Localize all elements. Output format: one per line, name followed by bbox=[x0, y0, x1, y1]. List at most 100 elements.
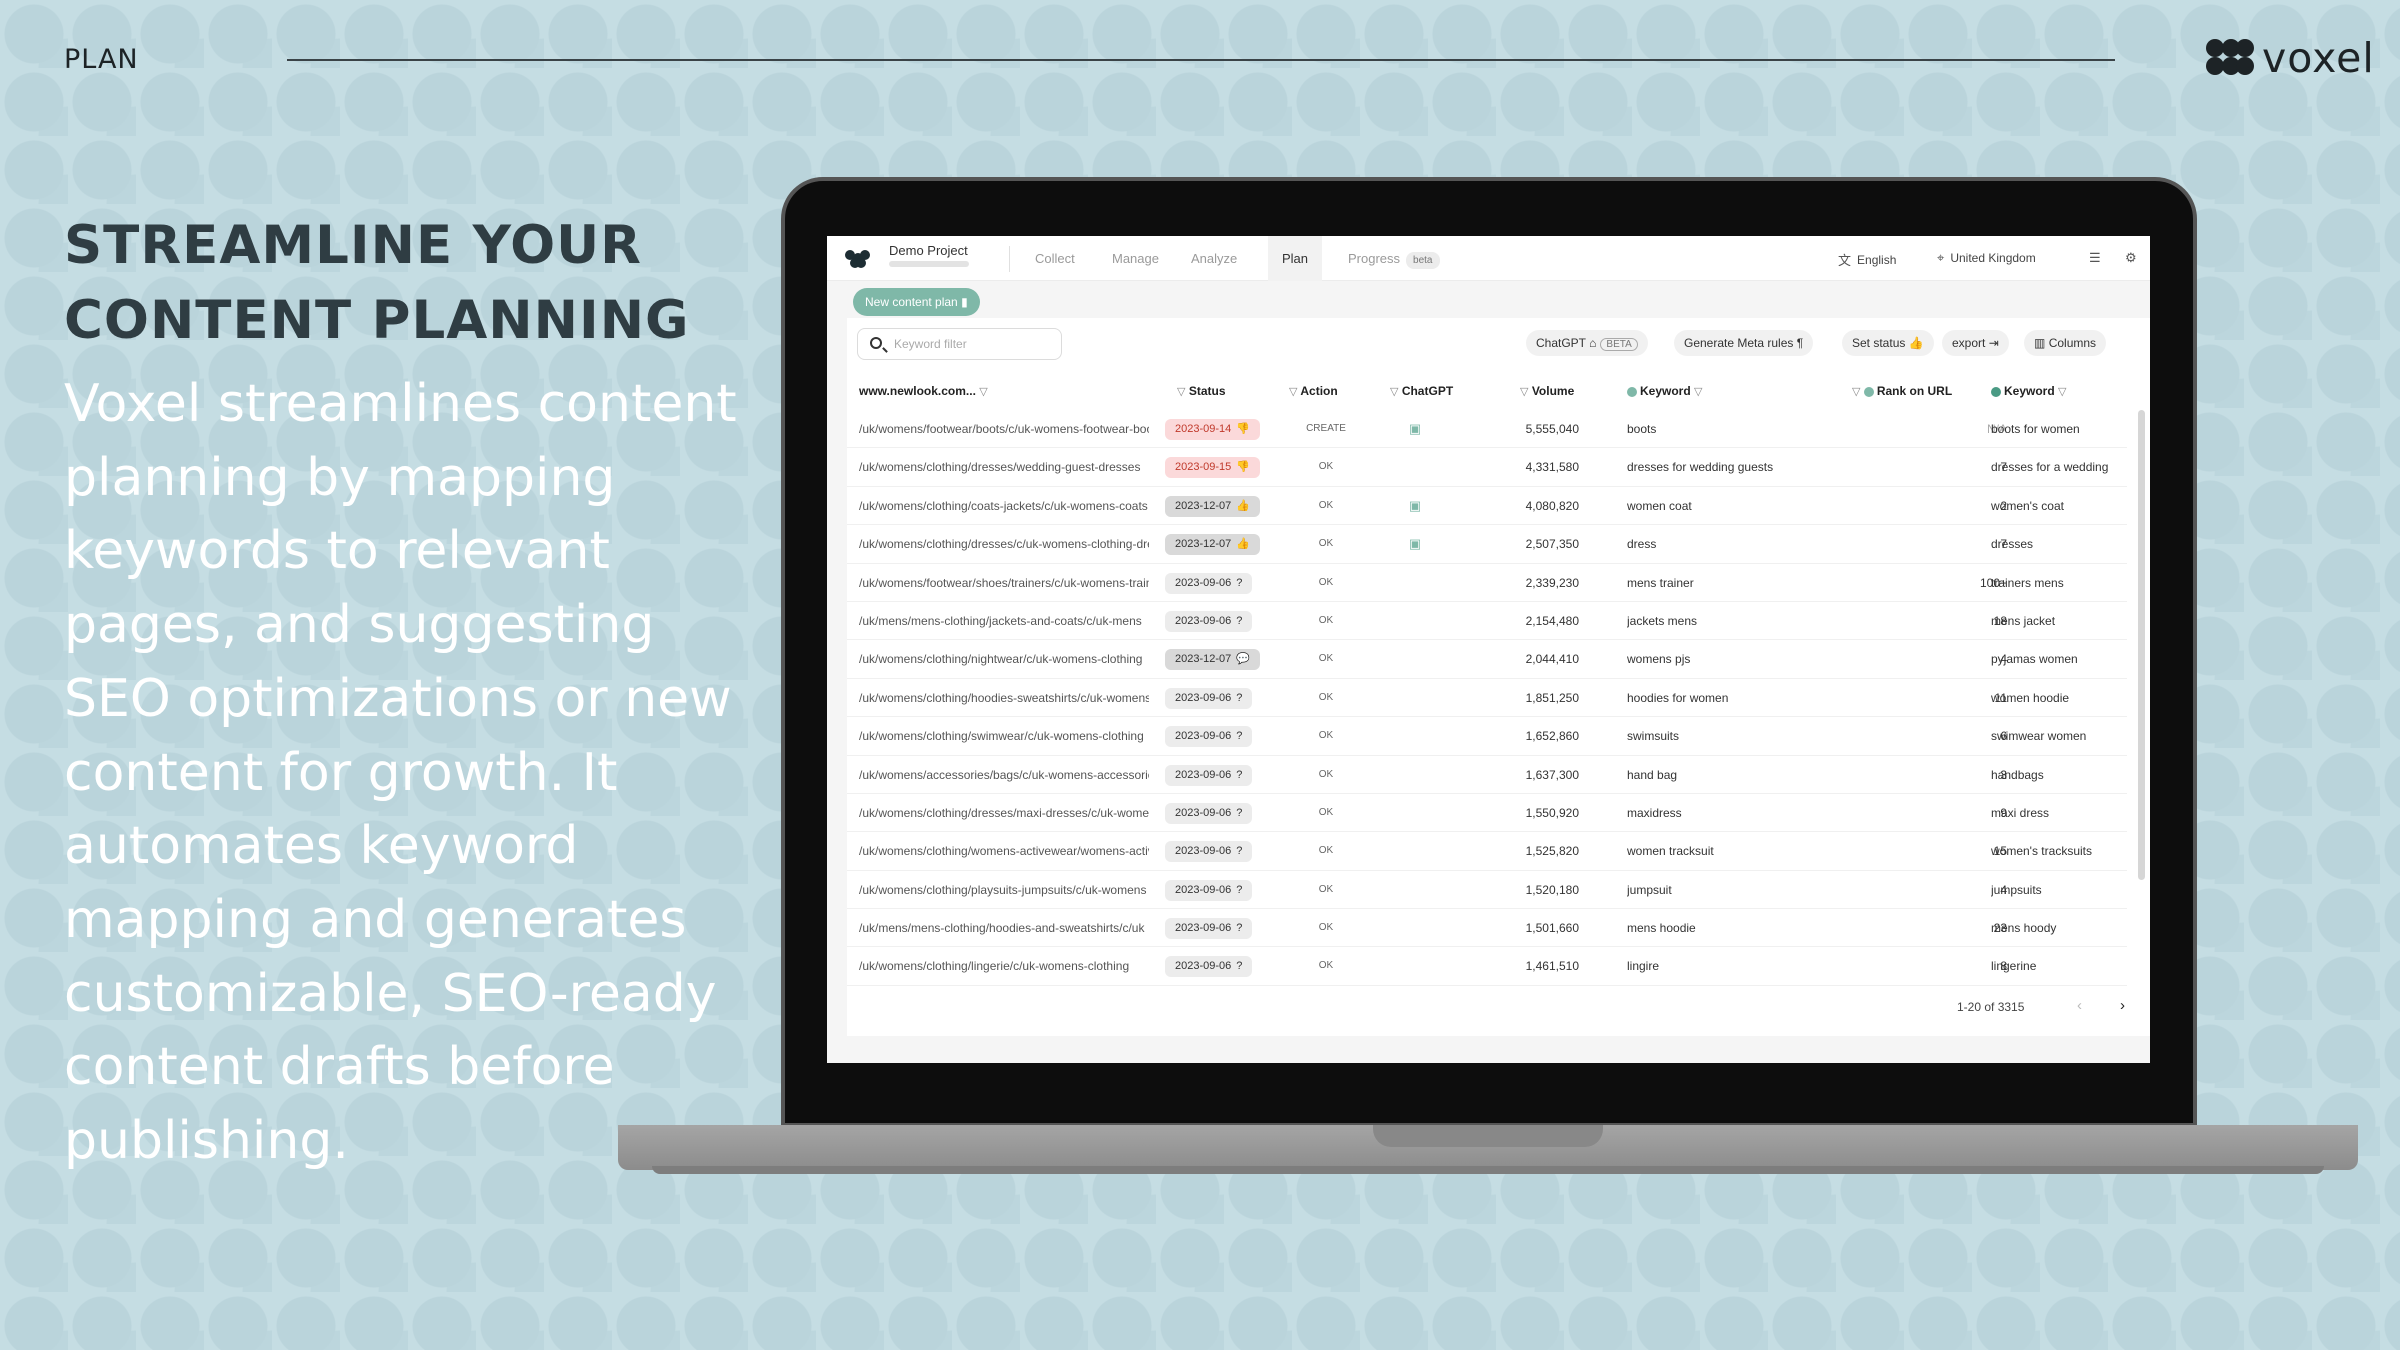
tab-analyze[interactable]: Analyze bbox=[1177, 236, 1251, 281]
row-url[interactable]: /uk/womens/clothing/playsuits-jumpsuits/… bbox=[859, 871, 1149, 909]
database-icon[interactable]: ☰ bbox=[2089, 250, 2101, 266]
table-row[interactable]: /uk/womens/clothing/dresses/maxi-dresses… bbox=[847, 794, 2127, 833]
row-url[interactable]: /uk/womens/clothing/hoodies-sweatshirts/… bbox=[859, 679, 1149, 717]
filter-icon[interactable]: ▽ bbox=[1694, 386, 1702, 398]
table-row[interactable]: /uk/womens/footwear/shoes/trainers/c/uk-… bbox=[847, 564, 2127, 602]
new-content-plan-button[interactable]: New content plan ▮ bbox=[853, 288, 980, 316]
status-badge[interactable]: 2023-09-06? bbox=[1165, 687, 1253, 709]
filter-icon[interactable]: ▽ bbox=[2058, 386, 2066, 398]
robot-icon[interactable]: ▣ bbox=[1400, 487, 1430, 525]
row-action: OK bbox=[1318, 499, 1334, 511]
keyword-filter-input[interactable]: Keyword filter bbox=[857, 328, 1062, 360]
table-row[interactable]: /uk/womens/clothing/coats-jackets/c/uk-w… bbox=[847, 487, 2127, 526]
status-badge[interactable]: 2023-09-06? bbox=[1165, 918, 1253, 940]
row-volume: 1,525,820 bbox=[1525, 844, 1579, 859]
status-badge[interactable]: 2023-12-07 👍 bbox=[1165, 534, 1260, 556]
table-scrollbar[interactable] bbox=[2138, 410, 2145, 880]
status-date: 2023-09-14 bbox=[1175, 423, 1232, 435]
filter-icon[interactable]: ▽ bbox=[1852, 386, 1860, 398]
row-url[interactable]: /uk/womens/clothing/coats-jackets/c/uk-w… bbox=[859, 487, 1149, 525]
row-url[interactable]: /uk/womens/clothing/dresses/maxi-dresses… bbox=[859, 794, 1149, 832]
col-url-header[interactable]: www.newlook.com... ▽ bbox=[859, 384, 988, 398]
row-url[interactable]: /uk/womens/clothing/swimwear/c/uk-womens… bbox=[859, 717, 1149, 755]
robot-icon[interactable]: ▣ bbox=[1400, 410, 1430, 448]
col-keyword-header[interactable]: Keyword ▽ bbox=[1627, 384, 1703, 398]
country-selector[interactable]: ⌖ United Kingdom bbox=[1937, 250, 2036, 266]
chevron-left-icon[interactable]: ‹ bbox=[2077, 997, 2082, 1014]
status-badge[interactable]: 2023-09-06? bbox=[1165, 879, 1253, 901]
table-row[interactable]: /uk/womens/footwear/boots/c/uk-womens-fo… bbox=[847, 410, 2127, 449]
chatgpt-button[interactable]: ChatGPT ⌂ BETA bbox=[1526, 330, 1648, 356]
language-selector[interactable]: 文 English bbox=[1838, 250, 1896, 269]
search-icon bbox=[870, 337, 882, 349]
table-row[interactable]: /uk/womens/clothing/womens-activewear/wo… bbox=[847, 832, 2127, 871]
row-url[interactable]: /uk/womens/clothing/dresses/wedding-gues… bbox=[859, 448, 1149, 486]
export-button[interactable]: export ⇥ bbox=[1942, 330, 2009, 356]
row-url[interactable]: /uk/womens/footwear/boots/c/uk-womens-fo… bbox=[859, 410, 1149, 448]
col-keyword2-header[interactable]: Keyword ▽ bbox=[1991, 384, 2067, 398]
filter-icon[interactable]: ▽ bbox=[1177, 386, 1185, 398]
row-url[interactable]: /uk/womens/accessories/bags/c/uk-womens-… bbox=[859, 756, 1149, 794]
settings-gear-icon[interactable]: ⚙ bbox=[2125, 250, 2137, 266]
col-status-header[interactable]: ▽ Status bbox=[1177, 384, 1226, 398]
row-url[interactable]: /uk/womens/clothing/dresses/c/uk-womens-… bbox=[859, 525, 1149, 563]
table-row[interactable]: /uk/mens/mens-clothing/jackets-and-coats… bbox=[847, 602, 2127, 641]
table-row[interactable]: /uk/womens/clothing/dresses/wedding-gues… bbox=[847, 448, 2127, 487]
table-row[interactable]: /uk/womens/clothing/playsuits-jumpsuits/… bbox=[847, 871, 2127, 910]
status-badge[interactable]: 2023-09-06? bbox=[1165, 764, 1253, 786]
col-chatgpt-header[interactable]: ▽ ChatGPT bbox=[1390, 384, 1453, 398]
row-action: OK bbox=[1318, 883, 1334, 895]
status-badge[interactable]: 2023-12-07 👍 bbox=[1165, 495, 1260, 517]
status-badge[interactable]: 2023-12-07 💬 bbox=[1165, 649, 1260, 671]
robot-icon[interactable]: ▣ bbox=[1400, 525, 1430, 563]
status-badge[interactable]: 2023-09-15 👎 bbox=[1165, 457, 1260, 479]
col-url-label: www.newlook.com... bbox=[859, 384, 976, 398]
row-action: OK bbox=[1318, 922, 1334, 934]
table-row[interactable]: /uk/mens/mens-clothing/hoodies-and-sweat… bbox=[847, 909, 2127, 948]
status-badge[interactable]: 2023-09-06? bbox=[1165, 572, 1253, 594]
row-url[interactable]: /uk/womens/clothing/womens-activewear/wo… bbox=[859, 832, 1149, 870]
col-volume-header[interactable]: ▽ Volume bbox=[1520, 384, 1574, 398]
filter-icon[interactable]: ▽ bbox=[1520, 386, 1528, 398]
status-date: 2023-09-06 bbox=[1175, 922, 1232, 935]
hero-headline: STREAMLINE YOUR CONTENT PLANNING bbox=[64, 215, 690, 351]
columns-button[interactable]: ▥ Columns bbox=[2024, 330, 2107, 356]
status-badge[interactable]: 2023-09-06? bbox=[1165, 610, 1253, 632]
tab-plan[interactable]: Plan bbox=[1268, 236, 1323, 281]
tab-progress[interactable]: Progress beta bbox=[1334, 236, 1454, 281]
row-url[interactable]: /uk/womens/footwear/shoes/trainers/c/uk-… bbox=[859, 564, 1149, 602]
table-row[interactable]: /uk/womens/clothing/lingerie/c/uk-womens… bbox=[847, 947, 2127, 986]
status-badge[interactable]: 2023-09-06? bbox=[1165, 802, 1253, 824]
row-url[interactable]: /uk/womens/clothing/nightwear/c/uk-women… bbox=[859, 640, 1149, 678]
set-status-button[interactable]: Set status 👍 bbox=[1842, 330, 1934, 356]
table-row[interactable]: /uk/womens/clothing/swimwear/c/uk-womens… bbox=[847, 717, 2127, 756]
chevron-right-icon[interactable]: › bbox=[2120, 997, 2125, 1014]
row-keyword: boots bbox=[1627, 422, 1657, 436]
row-volume: 1,520,180 bbox=[1525, 882, 1579, 897]
tab-collect[interactable]: Collect bbox=[1021, 236, 1089, 281]
row-volume: 1,501,660 bbox=[1525, 921, 1579, 936]
status-badge[interactable]: 2023-09-14 👎 bbox=[1165, 419, 1260, 440]
table-row[interactable]: /uk/womens/clothing/nightwear/c/uk-women… bbox=[847, 640, 2127, 679]
col-rank-header[interactable]: ▽ Rank on URL bbox=[1852, 384, 1952, 398]
project-name[interactable]: Demo Project bbox=[889, 243, 968, 258]
status-badge[interactable]: 2023-09-06? bbox=[1165, 841, 1253, 863]
filter-icon[interactable]: ▽ bbox=[979, 386, 987, 398]
row-url[interactable]: /uk/mens/mens-clothing/hoodies-and-sweat… bbox=[859, 909, 1149, 947]
table-row[interactable]: /uk/womens/clothing/dresses/c/uk-womens-… bbox=[847, 525, 2127, 564]
status-date: 2023-09-06 bbox=[1175, 576, 1232, 589]
thumbs-up-icon: 👍 bbox=[1236, 538, 1250, 551]
row-url[interactable]: /uk/mens/mens-clothing/jackets-and-coats… bbox=[859, 602, 1149, 640]
status-badge[interactable]: 2023-09-06? bbox=[1165, 726, 1253, 748]
generate-meta-rules-button[interactable]: Generate Meta rules ¶ bbox=[1674, 330, 1814, 356]
status-badge[interactable]: 2023-09-06? bbox=[1165, 956, 1253, 978]
table-row[interactable]: /uk/womens/accessories/bags/c/uk-womens-… bbox=[847, 756, 2127, 794]
filter-icon[interactable]: ▽ bbox=[1390, 386, 1398, 398]
filter-icon[interactable]: ▽ bbox=[1289, 386, 1297, 398]
table-row[interactable]: /uk/womens/clothing/hoodies-sweatshirts/… bbox=[847, 679, 2127, 718]
row-url[interactable]: /uk/womens/clothing/lingerie/c/uk-womens… bbox=[859, 947, 1149, 985]
row-volume: 1,637,300 bbox=[1525, 767, 1579, 782]
col-action-header[interactable]: ▽ Action bbox=[1289, 384, 1338, 398]
app-logo-icon[interactable] bbox=[845, 250, 870, 268]
tab-manage[interactable]: Manage bbox=[1098, 236, 1173, 281]
